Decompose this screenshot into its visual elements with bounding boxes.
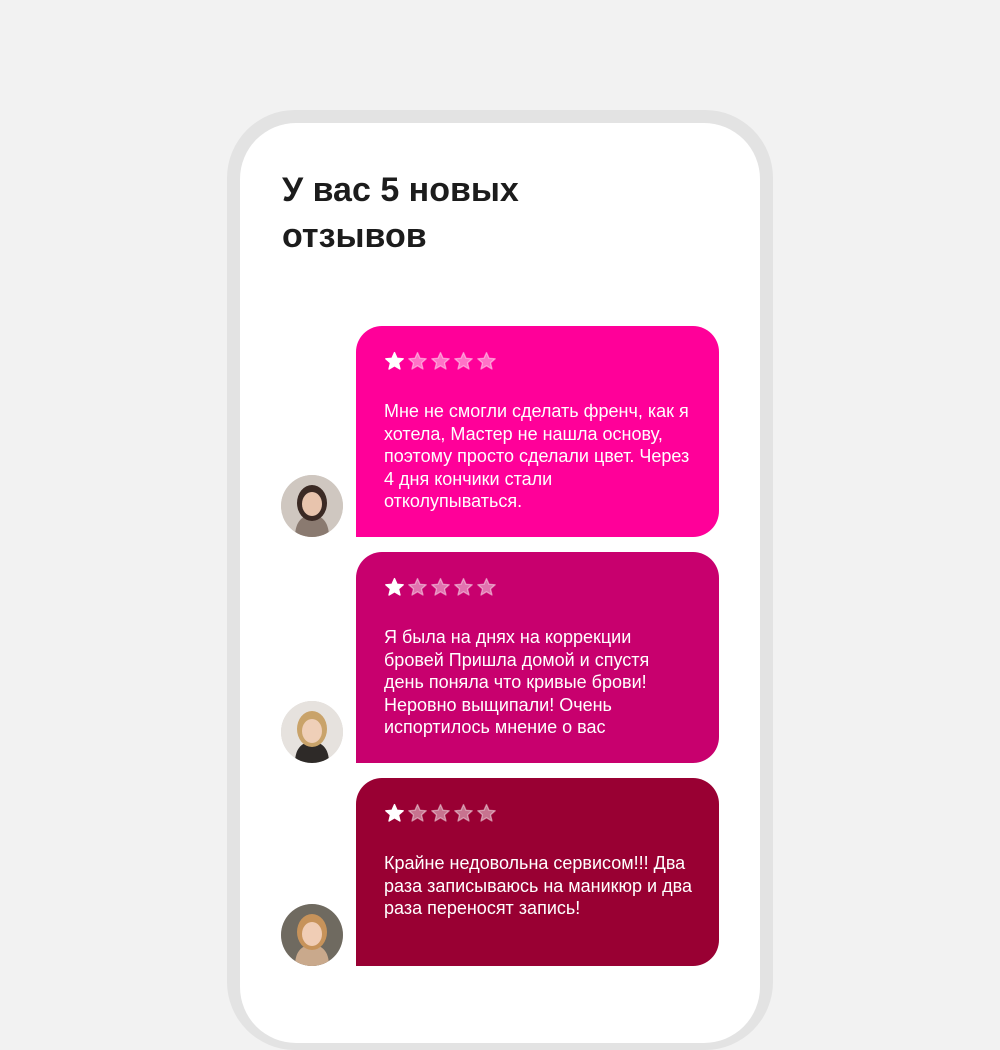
star-empty-icon: [431, 351, 450, 370]
rating-stars: [384, 348, 693, 374]
phone-screen: У вас 5 новых отзывов Мне не смогли сдел…: [240, 123, 760, 1043]
star-filled-icon: [385, 803, 404, 822]
star-empty-icon: [408, 577, 427, 596]
review-bubble[interactable]: Крайне недовольна сервисом!!! Два раза з…: [356, 778, 719, 966]
star-empty-icon: [431, 803, 450, 822]
avatar[interactable]: [281, 904, 343, 966]
rating-stars: [384, 574, 693, 600]
page-title: У вас 5 новых отзывов: [282, 171, 519, 255]
star-empty-icon: [477, 577, 496, 596]
review-text: Мне не смогли сделать френч, как я хотел…: [384, 401, 690, 511]
star-filled-icon: [385, 351, 404, 370]
avatar-woman-blonde-icon: [281, 701, 343, 763]
review-text: Крайне недовольна сервисом!!! Два раза з…: [384, 853, 692, 918]
review-text: Я была на днях на коррекции бровей Пришл…: [384, 627, 650, 737]
star-empty-icon: [454, 577, 473, 596]
star-empty-icon: [431, 577, 450, 596]
rating-stars: [384, 800, 693, 826]
star-empty-icon: [408, 803, 427, 822]
avatar-woman-dark-hair-icon: [281, 475, 343, 537]
avatar[interactable]: [281, 701, 343, 763]
star-empty-icon: [477, 351, 496, 370]
star-empty-icon: [454, 803, 473, 822]
star-empty-icon: [408, 351, 427, 370]
star-empty-icon: [477, 803, 496, 822]
star-empty-icon: [454, 351, 473, 370]
avatar-woman-light-hair-icon: [281, 904, 343, 966]
review-bubble[interactable]: Я была на днях на коррекции бровей Пришл…: [356, 552, 719, 763]
avatar[interactable]: [281, 475, 343, 537]
star-filled-icon: [385, 577, 404, 596]
review-bubble[interactable]: Мне не смогли сделать френч, как я хотел…: [356, 326, 719, 537]
